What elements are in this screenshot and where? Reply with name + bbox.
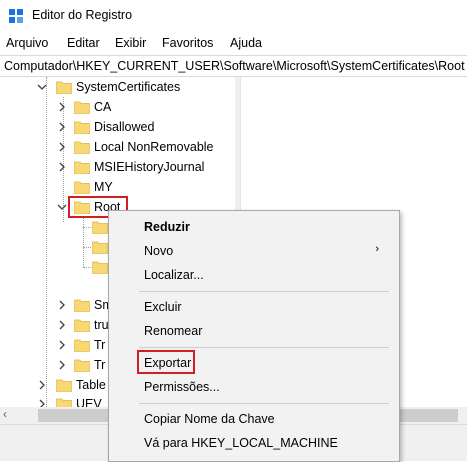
tree-item-label: MSIEHistoryJournal (94, 160, 205, 174)
menu-item-reduzir[interactable]: Reduzir (109, 216, 397, 238)
chevron-down-icon[interactable] (37, 81, 47, 93)
tree-item-tr-1[interactable]: Tr (0, 336, 110, 356)
tree-item-root-child[interactable] (0, 258, 110, 278)
folder-icon (56, 81, 72, 94)
menu-item-excluir[interactable]: Excluir (109, 296, 397, 318)
menu-editar[interactable]: Editar (67, 36, 100, 50)
menu-item-permissoes[interactable]: Permissões... (109, 376, 397, 398)
menu-item-label: Localizar... (144, 268, 204, 282)
chevron-right-icon[interactable] (57, 121, 67, 133)
menu-item-label: Novo (144, 244, 174, 258)
folder-icon (74, 141, 90, 154)
tree-item-tr-2[interactable]: Tr (0, 356, 110, 376)
menu-arquivo[interactable]: Arquivo (6, 36, 48, 50)
chevron-right-icon[interactable] (57, 359, 67, 371)
tree-item-disallowed[interactable]: Disallowed (0, 118, 235, 138)
chevron-right-icon: › (375, 243, 379, 255)
export-highlight-box (137, 350, 195, 374)
address-bar[interactable]: Computador\HKEY_CURRENT_USER\Software\Mi… (0, 55, 467, 77)
menu-item-label: Reduzir (144, 220, 190, 234)
tree-item-ca[interactable]: CA (0, 98, 235, 118)
folder-icon (74, 181, 90, 194)
folder-icon (56, 398, 72, 407)
tree-item-root-child[interactable] (0, 218, 110, 238)
menu-item-label: Renomear (144, 324, 203, 338)
folder-icon (74, 319, 90, 332)
tree-item-label: UEV (76, 397, 102, 407)
tree-item-label: tru (94, 318, 109, 332)
tree-item-sm[interactable]: Sm (0, 296, 113, 316)
chevron-down-icon[interactable] (57, 201, 67, 213)
tree-item-msiehistoryjournal[interactable]: MSIEHistoryJournal (0, 158, 235, 178)
menu-exibir[interactable]: Exibir (115, 36, 146, 50)
folder-icon (74, 359, 90, 372)
tree-item-my[interactable]: MY (0, 178, 235, 198)
chevron-right-icon[interactable] (57, 161, 67, 173)
tree-line (83, 247, 91, 248)
chevron-right-icon[interactable] (37, 398, 47, 407)
folder-icon (74, 161, 90, 174)
menu-item-renomear[interactable]: Renomear (109, 320, 397, 342)
folder-icon (56, 379, 72, 392)
folder-icon (92, 261, 108, 274)
window-title: Editor do Registro (32, 8, 133, 22)
context-menu: Reduzir Novo › Localizar... Excluir Reno… (108, 210, 400, 462)
menu-item-va-para[interactable]: Vá para HKEY_LOCAL_MACHINE (109, 432, 397, 454)
menu-item-localizar[interactable]: Localizar... (109, 264, 397, 286)
tree-item-root-child[interactable] (0, 238, 110, 258)
menu-favoritos[interactable]: Favoritos (162, 36, 213, 50)
folder-icon (74, 101, 90, 114)
menu-bar: Arquivo Editar Exibir Favoritos Ajuda (0, 34, 467, 54)
chevron-right-icon[interactable] (57, 299, 67, 311)
tree-item-label: SystemCertificates (76, 80, 181, 94)
menu-item-label: Copiar Nome da Chave (144, 412, 275, 426)
folder-icon (92, 221, 108, 234)
menu-separator (139, 291, 389, 292)
tree-item-uev[interactable]: UEV (0, 395, 110, 407)
tree-item-systemcertificates[interactable]: SystemCertificates (0, 78, 235, 98)
scroll-left-icon[interactable]: ‹ (3, 407, 7, 421)
menu-item-novo[interactable]: Novo › (109, 240, 397, 262)
chevron-right-icon[interactable] (57, 319, 67, 331)
chevron-right-icon[interactable] (37, 379, 47, 391)
tree-item-label: Table (76, 378, 106, 392)
tree-item-label: CA (94, 100, 112, 114)
chevron-right-icon[interactable] (57, 101, 67, 113)
menu-item-label: Excluir (144, 300, 182, 314)
chevron-right-icon[interactable] (57, 339, 67, 351)
folder-icon (92, 241, 108, 254)
registry-editor-icon (9, 9, 23, 23)
title-bar: Editor do Registro (0, 0, 467, 32)
tree-item-label: Disallowed (94, 120, 155, 134)
tree-item-table[interactable]: Table (0, 376, 110, 396)
tree-item-label: Tr (94, 358, 106, 372)
tree-item-tru[interactable]: tru (0, 316, 110, 336)
menu-item-copiar-nome[interactable]: Copiar Nome da Chave (109, 408, 397, 430)
menu-separator (139, 403, 389, 404)
chevron-right-icon[interactable] (57, 141, 67, 153)
tree-line (83, 267, 91, 268)
tree-item-label: Tr (94, 338, 106, 352)
folder-icon (74, 339, 90, 352)
tree-item-label: Local NonRemovable (94, 140, 214, 154)
tree-item-label: MY (94, 180, 113, 194)
folder-icon (74, 299, 90, 312)
tree-line (83, 227, 91, 228)
folder-icon (74, 121, 90, 134)
menu-separator (139, 347, 389, 348)
menu-ajuda[interactable]: Ajuda (230, 36, 262, 50)
address-path: Computador\HKEY_CURRENT_USER\Software\Mi… (4, 59, 465, 73)
menu-item-label: Permissões... (144, 380, 220, 394)
tree-item-local-nonremovable[interactable]: Local NonRemovable (0, 138, 235, 158)
menu-item-label: Vá para HKEY_LOCAL_MACHINE (144, 436, 338, 450)
